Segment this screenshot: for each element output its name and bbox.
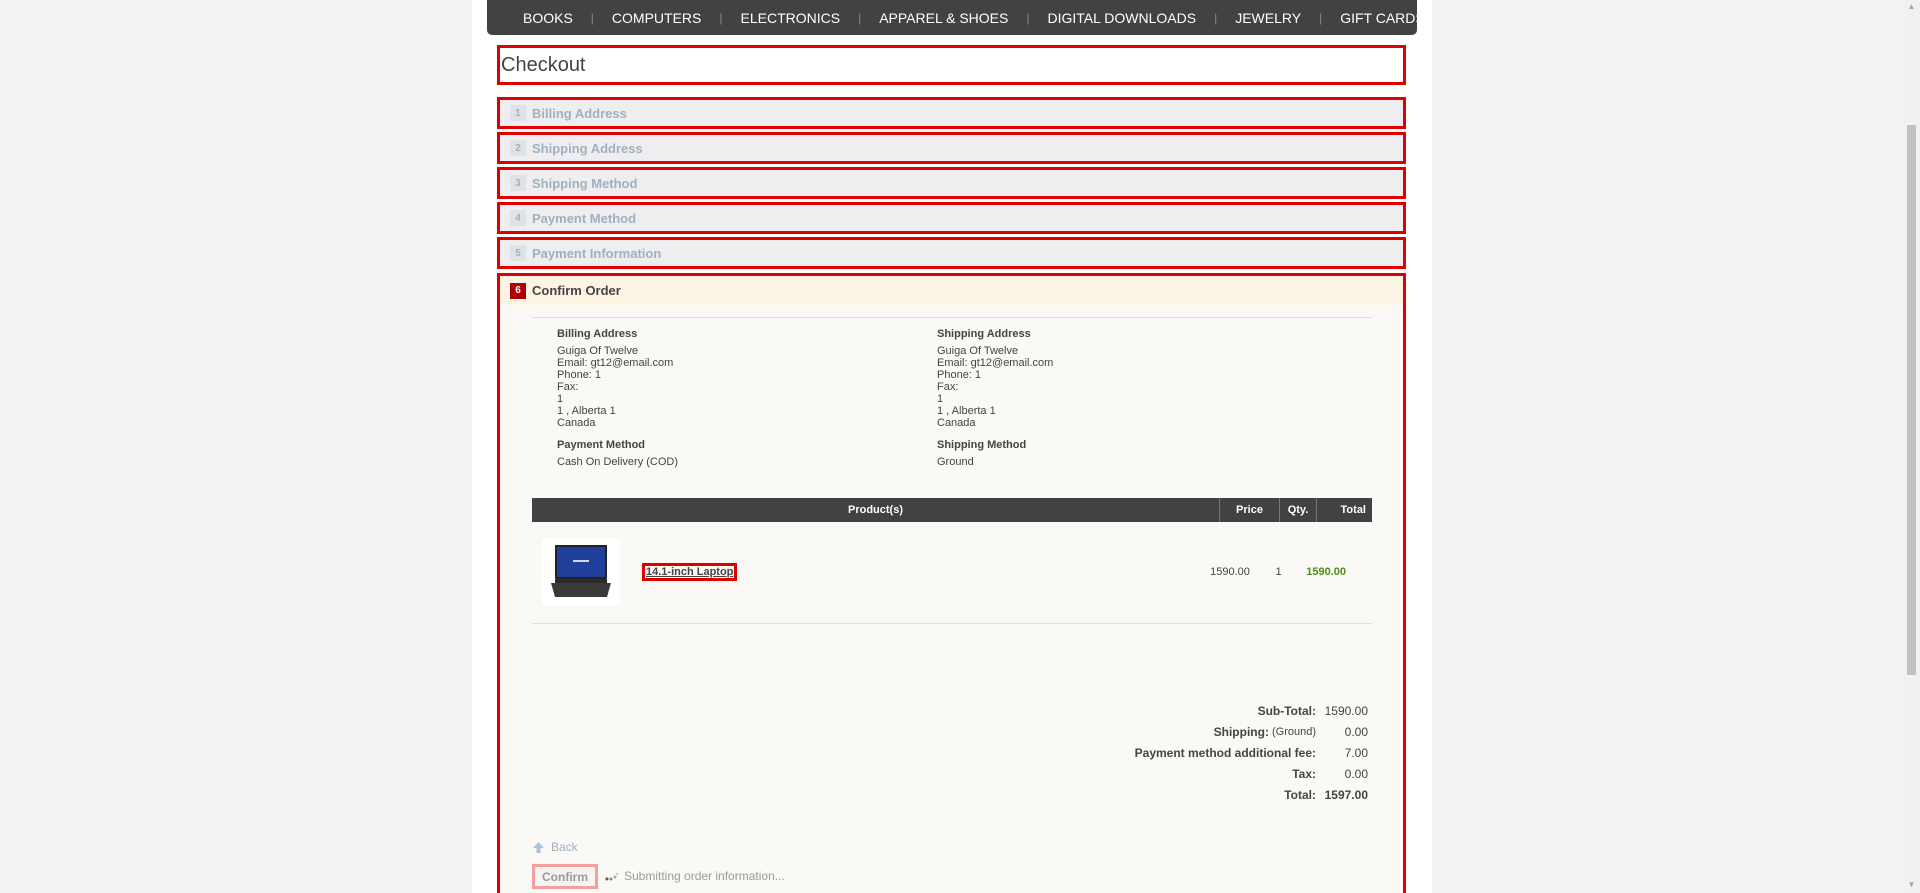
shipping-method-title: Shipping Method xyxy=(937,439,1027,451)
total-row: Total: 1597.00 xyxy=(1135,784,1368,805)
billing-fax: Fax: xyxy=(557,381,579,393)
menu-item-gift-cards[interactable]: GIFT CARDS xyxy=(1322,10,1443,26)
confirm-order-panel: 6 Confirm Order Billing Address Guiga Of… xyxy=(497,273,1406,893)
shipping-country: Canada xyxy=(937,417,976,429)
step-number: 5 xyxy=(510,245,526,261)
step-title: Confirm Order xyxy=(532,283,621,298)
tax-label: Tax: xyxy=(1292,766,1316,781)
product-total: 1590.00 xyxy=(1306,566,1346,578)
product-qty: 1 xyxy=(1275,566,1282,578)
total-value: 1597.00 xyxy=(1324,787,1368,802)
subtotal-value: 1590.00 xyxy=(1324,703,1368,718)
top-menu: BOOKS | COMPUTERS | ELECTRONICS | APPARE… xyxy=(487,0,1425,35)
billing-name: Guiga Of Twelve xyxy=(557,345,639,357)
header-qty: Qty. xyxy=(1280,498,1317,522)
divider xyxy=(532,623,1372,624)
step-title: Payment Method xyxy=(532,210,637,226)
shipping-email: Email: gt12@email.com xyxy=(937,357,1054,369)
menu-item-jewelry[interactable]: JEWELRY xyxy=(1217,10,1319,26)
step-number: 1 xyxy=(510,105,526,121)
order-totals: Sub-Total: 1590.00 Shipping: (Ground) 0.… xyxy=(1135,700,1368,805)
step-title: Billing Address xyxy=(532,105,627,121)
payment-method-value: Cash On Delivery (COD) xyxy=(557,456,679,468)
tax-row: Tax: 0.00 xyxy=(1135,763,1368,784)
menu-item-apparel-shoes[interactable]: APPAREL & SHOES xyxy=(861,10,1026,26)
scroll-up-icon[interactable]: ▲ xyxy=(1907,2,1916,11)
shipping-address1: 1 xyxy=(937,393,944,405)
subtotal-label: Sub-Total: xyxy=(1257,703,1316,718)
product-link[interactable]: 14.1-inch Laptop xyxy=(642,563,738,581)
page-title: Checkout xyxy=(497,45,1406,85)
billing-city-state: 1 , Alberta 1 xyxy=(557,405,616,417)
subtotal-row: Sub-Total: 1590.00 xyxy=(1135,700,1368,721)
step-number: 2 xyxy=(510,140,526,156)
step-number: 3 xyxy=(510,175,526,191)
menu-item-digital-downloads[interactable]: DIGITAL DOWNLOADS xyxy=(1030,10,1215,26)
billing-country: Canada xyxy=(557,417,596,429)
menu-item-computers[interactable]: COMPUTERS xyxy=(594,10,719,26)
tax-value: 0.00 xyxy=(1344,766,1368,781)
shipping-city-state: 1 , Alberta 1 xyxy=(937,405,996,417)
cart-header-row: Product(s) Price Qty. Total xyxy=(532,498,1372,522)
step-payment-method[interactable]: 4 Payment Method xyxy=(497,202,1406,234)
shipping-method-value: Ground xyxy=(937,456,974,468)
step-title: Shipping Method xyxy=(532,175,638,191)
laptop-icon xyxy=(551,545,611,597)
step-shipping-address[interactable]: 2 Shipping Address xyxy=(497,132,1406,164)
submitting-status: Submitting order information... xyxy=(605,869,785,883)
header-products: Product(s) xyxy=(532,498,1220,522)
payment-method-title: Payment Method xyxy=(557,439,646,451)
shipping-label: Shipping: xyxy=(1213,724,1269,739)
step-title: Payment Information xyxy=(532,245,662,261)
product-image[interactable] xyxy=(542,539,620,605)
arrow-up-icon xyxy=(533,841,544,853)
menu-item-electronics[interactable]: ELECTRONICS xyxy=(723,10,859,26)
product-price: 1590.00 xyxy=(1210,566,1250,578)
step-confirm-order: 6 Confirm Order xyxy=(500,276,1403,305)
divider xyxy=(532,317,1372,318)
step-title: Shipping Address xyxy=(532,140,643,156)
step-number: 4 xyxy=(510,210,526,226)
shipping-info-title: Shipping Address xyxy=(937,328,1031,340)
shipping-method-info: Shipping Method Ground xyxy=(937,439,1026,468)
total-label: Total: xyxy=(1284,787,1316,802)
confirm-button[interactable]: Confirm xyxy=(532,864,598,889)
step-payment-information[interactable]: 5 Payment Information xyxy=(497,237,1406,269)
page-scrollbar[interactable]: ▲ ▼ xyxy=(1903,0,1920,893)
header-price: Price xyxy=(1220,498,1280,522)
step-number: 6 xyxy=(510,282,526,299)
submitting-text: Submitting order information... xyxy=(624,869,785,883)
billing-email: Email: gt12@email.com xyxy=(557,357,674,369)
back-link[interactable]: Back xyxy=(532,840,578,854)
payment-method-info: Payment Method Cash On Delivery (COD) xyxy=(557,439,678,468)
loading-icon xyxy=(605,872,619,881)
step-billing-address[interactable]: 1 Billing Address xyxy=(497,97,1406,129)
shipping-fax: Fax: xyxy=(937,381,959,393)
back-label: Back xyxy=(551,840,578,854)
payment-fee-label: Payment method additional fee: xyxy=(1134,745,1316,760)
shipping-value: 0.00 xyxy=(1344,724,1368,739)
scroll-down-icon[interactable]: ▼ xyxy=(1907,880,1916,889)
shipping-phone: Phone: 1 xyxy=(937,369,982,381)
shipping-row: Shipping: (Ground) 0.00 xyxy=(1135,721,1368,742)
billing-info: Billing Address Guiga Of Twelve Email: g… xyxy=(557,328,673,429)
menu-item-books[interactable]: BOOKS xyxy=(505,10,591,26)
header-total: Total xyxy=(1340,504,1366,516)
cart-table: Product(s) Price Qty. Total 14.1-inch La… xyxy=(532,498,1372,622)
billing-phone: Phone: 1 xyxy=(557,369,602,381)
payment-fee-value: 7.00 xyxy=(1344,745,1368,760)
step-shipping-method[interactable]: 3 Shipping Method xyxy=(497,167,1406,199)
billing-address1: 1 xyxy=(557,393,564,405)
page-title-text: Checkout xyxy=(501,53,586,76)
billing-info-title: Billing Address xyxy=(557,328,638,340)
payment-fee-row: Payment method additional fee: 7.00 xyxy=(1135,742,1368,763)
shipping-name: Guiga Of Twelve xyxy=(937,345,1019,357)
shipping-note: (Ground) xyxy=(1271,725,1316,738)
table-row: 14.1-inch Laptop 1590.00 1 1590.00 xyxy=(532,522,1372,622)
shipping-info: Shipping Address Guiga Of Twelve Email: … xyxy=(937,328,1053,429)
scrollbar-thumb[interactable] xyxy=(1907,125,1916,675)
